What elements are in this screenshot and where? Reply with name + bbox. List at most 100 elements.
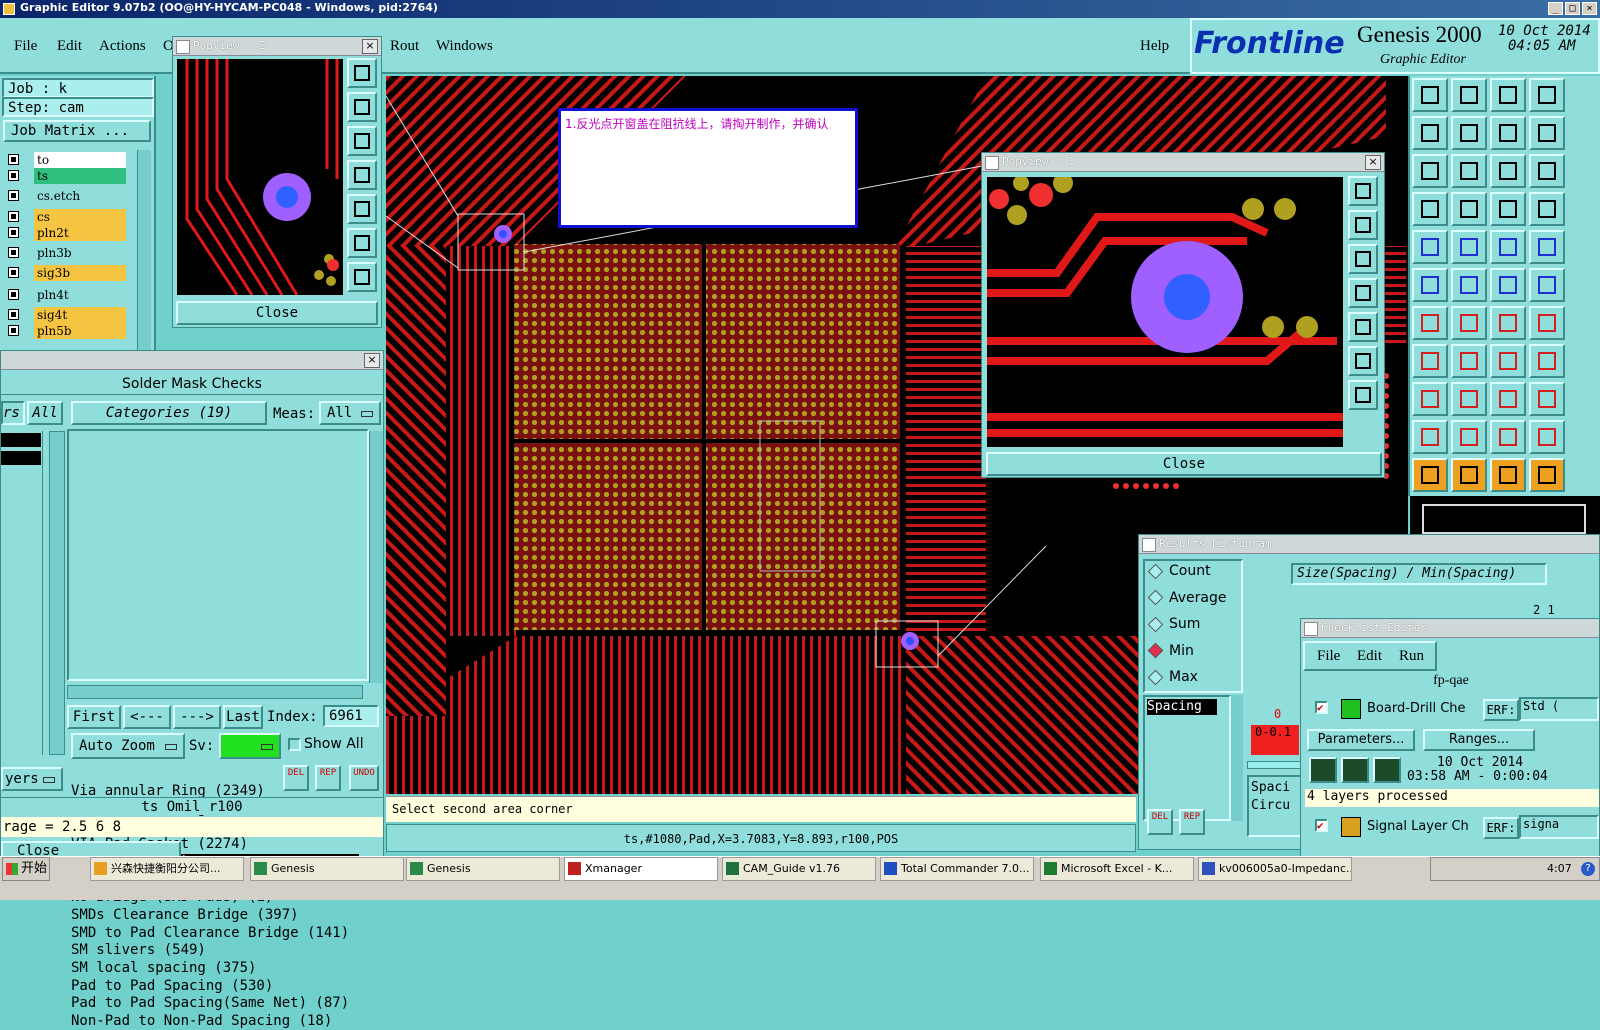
histogram-spacing-list[interactable]: Spacing	[1143, 695, 1231, 821]
toolbar-tool-icon[interactable]	[1529, 116, 1565, 150]
popview-1-tool-icon[interactable]	[1348, 244, 1378, 274]
checklist-menu-edit[interactable]: Edit	[1357, 648, 1382, 665]
check-item-2-checkbox[interactable]: ✔	[1315, 819, 1328, 832]
toolbar-tool-icon[interactable]	[1490, 420, 1526, 454]
popview-2-tool-icon[interactable]	[347, 92, 377, 122]
layer-name[interactable]: pln3b	[34, 245, 126, 261]
layer-checkbox[interactable]	[8, 154, 19, 165]
run-check-icon-3[interactable]	[1373, 757, 1401, 783]
popview-2-tool-icon[interactable]	[347, 194, 377, 224]
toolbar-tool-icon[interactable]	[1412, 268, 1448, 302]
layer-checkbox[interactable]	[8, 267, 19, 278]
solder-all-button[interactable]: All	[27, 401, 63, 425]
menu-edit[interactable]: Edit	[57, 38, 82, 55]
layer-checkbox[interactable]	[8, 190, 19, 201]
toolbar-tool-icon[interactable]	[1490, 268, 1526, 302]
popview-2-close-icon[interactable]: ×	[362, 39, 378, 54]
taskbar-item[interactable]: Genesis	[406, 857, 560, 881]
layer-name[interactable]: pln2t	[34, 225, 126, 241]
toolbar-tool-icon[interactable]	[1412, 116, 1448, 150]
menu-windows[interactable]: Windows	[436, 38, 493, 55]
toolbar-tool-icon[interactable]	[1529, 78, 1565, 112]
layer-name[interactable]: to	[34, 152, 126, 168]
popview-2-tool-icon[interactable]	[347, 160, 377, 190]
solder-close-icon[interactable]: ×	[364, 353, 380, 368]
erf-value-1[interactable]: Std (	[1519, 697, 1599, 721]
popview-2-tool-icon[interactable]	[347, 58, 377, 88]
taskbar-item[interactable]: Microsoft Excel - K...	[1040, 857, 1194, 881]
popview-1-tool-icon[interactable]	[1348, 210, 1378, 240]
popview-1-tool-icon[interactable]	[1348, 312, 1378, 342]
job-matrix-button[interactable]: Job Matrix ...	[3, 120, 151, 142]
categories-hscrollbar[interactable]	[67, 685, 363, 699]
toolbar-tool-icon[interactable]	[1529, 458, 1565, 492]
sv-color-dropdown[interactable]	[219, 733, 281, 759]
toolbar-tool-icon[interactable]	[1451, 192, 1487, 226]
taskbar-item[interactable]: Genesis	[250, 857, 404, 881]
layer-name[interactable]: sig4t	[34, 307, 126, 323]
taskbar-item[interactable]: kv006005a0-Impedanc...	[1198, 857, 1352, 881]
taskbar-item[interactable]: 兴森快捷衡阳分公司...	[90, 857, 244, 881]
toolbar-tool-icon[interactable]	[1490, 78, 1526, 112]
solder-left-list[interactable]	[1, 431, 43, 755]
categories-header[interactable]: Categories (19)	[71, 401, 267, 425]
layer-name[interactable]: pln5b	[34, 323, 126, 339]
histogram-option[interactable]: Sum	[1147, 616, 1200, 632]
toolbar-tool-icon[interactable]	[1529, 230, 1565, 264]
category-item[interactable]: SMD to Pad Clearance Bridge (141)	[71, 925, 349, 942]
layer-name[interactable]: pln4t	[34, 287, 126, 303]
checklist-menu-run[interactable]: Run	[1399, 648, 1424, 665]
categories-scrollbar[interactable]	[369, 431, 383, 683]
toolbar-tool-icon[interactable]	[1529, 154, 1565, 188]
layer-row[interactable]: to	[4, 152, 150, 168]
start-button[interactable]: 开始	[2, 857, 50, 881]
toolbar-tool-icon[interactable]	[1412, 458, 1448, 492]
toolbar-tool-icon[interactable]	[1412, 154, 1448, 188]
rep-button[interactable]: REP	[315, 765, 341, 791]
layer-row[interactable]: cs.etch	[4, 188, 150, 204]
toolbar-tool-icon[interactable]	[1412, 230, 1448, 264]
spacing-item[interactable]: Spacing	[1147, 699, 1217, 715]
category-item[interactable]: SM local spacing (375)	[71, 960, 256, 977]
popview-1-tool-icon[interactable]	[1348, 176, 1378, 206]
meas-dropdown[interactable]: All	[319, 401, 381, 425]
toolbar-tool-icon[interactable]	[1412, 192, 1448, 226]
layer-row[interactable]: sig4t	[4, 307, 150, 323]
toolbar-tool-icon[interactable]	[1529, 420, 1565, 454]
popview-2-canvas[interactable]	[177, 59, 343, 296]
layer-row[interactable]: sig3b	[4, 265, 150, 281]
check-item-2-label[interactable]: Signal Layer Ch	[1367, 819, 1469, 834]
popview-2-tool-icon[interactable]	[347, 262, 377, 292]
parameters-button[interactable]: Parameters...	[1307, 729, 1415, 751]
help-icon[interactable]: ?	[1581, 862, 1595, 876]
toolbar-tool-icon[interactable]	[1490, 382, 1526, 416]
histogram-option[interactable]: Average	[1147, 590, 1227, 606]
auto-zoom-dropdown[interactable]: Auto Zoom	[71, 733, 185, 759]
layer-checkbox[interactable]	[8, 289, 19, 300]
toolbar-tool-icon[interactable]	[1490, 306, 1526, 340]
menu-help[interactable]: Help	[1140, 38, 1169, 55]
toolbar-tool-icon[interactable]	[1451, 458, 1487, 492]
taskbar-item[interactable]: Total Commander 7.0...	[880, 857, 1034, 881]
toolbar-tool-icon[interactable]	[1529, 382, 1565, 416]
ranges-button[interactable]: Ranges...	[1423, 729, 1535, 751]
toolbar-tool-icon[interactable]	[1451, 306, 1487, 340]
toolbar-tool-icon[interactable]	[1451, 344, 1487, 378]
category-item[interactable]: Pad to Pad Spacing(Same Net) (87)	[71, 995, 349, 1012]
toolbar-tool-icon[interactable]	[1451, 78, 1487, 112]
check-item-1-checkbox[interactable]: ✔	[1315, 701, 1328, 714]
erf-value-2[interactable]: signa	[1519, 815, 1599, 839]
popview-2-tool-icon[interactable]	[347, 228, 377, 258]
index-input[interactable]: 6961	[323, 705, 379, 727]
layer-checkbox[interactable]	[8, 247, 19, 258]
histogram-option[interactable]: Min	[1147, 643, 1194, 659]
layer-name[interactable]: cs.etch	[34, 188, 126, 204]
erf-label-2[interactable]: ERF:	[1483, 817, 1519, 839]
toolbar-tool-icon[interactable]	[1412, 306, 1448, 340]
popview-2-tool-icon[interactable]	[347, 126, 377, 156]
check-item-1-label[interactable]: Board-Drill Che	[1367, 701, 1466, 716]
layer-checkbox[interactable]	[8, 325, 19, 336]
histogram-option[interactable]: Count	[1147, 563, 1211, 579]
toolbar-tool-icon[interactable]	[1490, 344, 1526, 378]
tray-clock[interactable]: 4:07	[1547, 862, 1572, 875]
